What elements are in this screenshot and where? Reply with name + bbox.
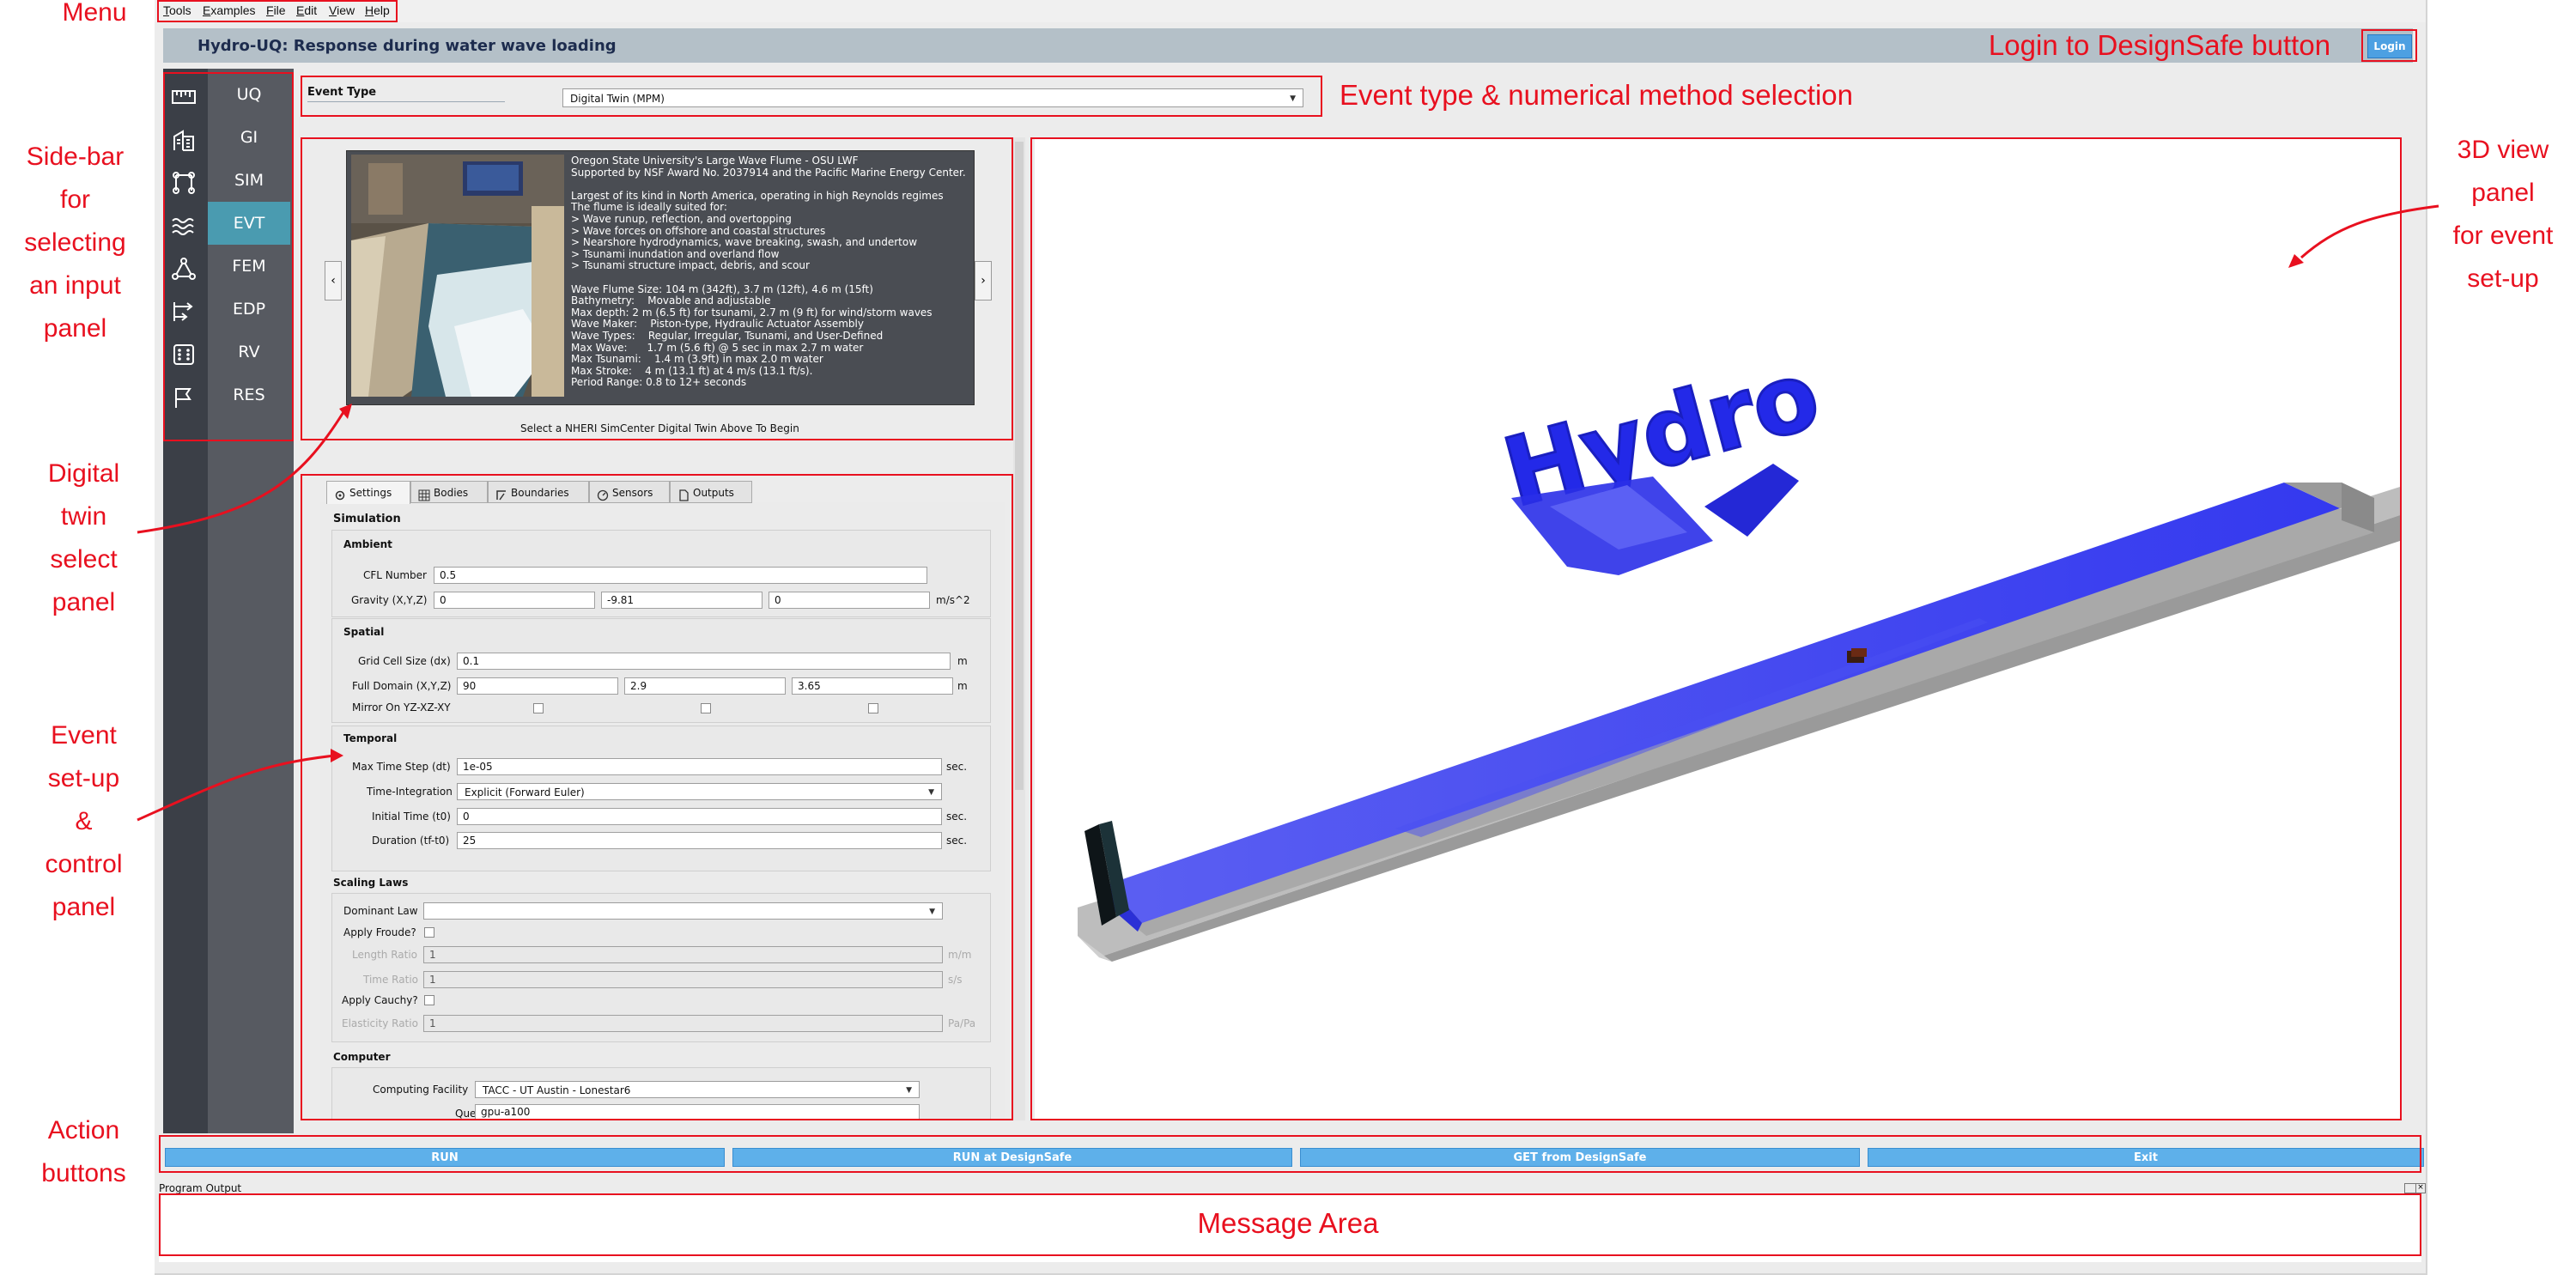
annotation-event-setup: Event set-up & control panel bbox=[45, 721, 123, 921]
annotation-arrows bbox=[137, 204, 2439, 822]
annotation-event-type: Event type & numerical method selection bbox=[1340, 79, 1853, 111]
annotation-actions: Action buttons bbox=[41, 1116, 126, 1187]
annotation-menu: Menu bbox=[62, 0, 127, 27]
annotation-3d-view: 3D view panel for event set-up bbox=[2452, 136, 2554, 293]
annotation-message: Message Area bbox=[1197, 1207, 1379, 1239]
annotation-digital-twin: Digital twin select panel bbox=[47, 459, 120, 616]
annotation-sidebar: Side-bar for selecting an input panel bbox=[24, 143, 126, 343]
annotation-login: Login to DesignSafe button bbox=[1988, 29, 2331, 61]
